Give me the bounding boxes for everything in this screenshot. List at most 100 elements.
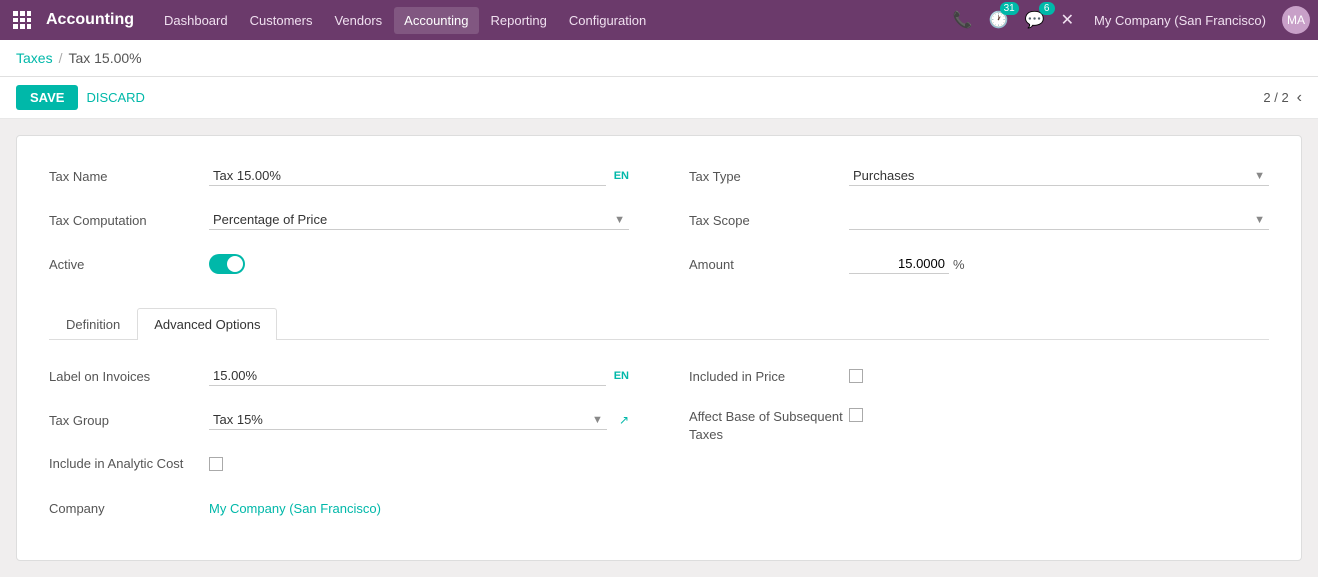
close-icon[interactable]: ✕ — [1057, 6, 1078, 34]
advanced-right-column: Included in Price Affect Base of Subsequ… — [689, 360, 1269, 536]
phone-icon[interactable]: 📞 — [949, 6, 977, 34]
toggle-track[interactable] — [209, 254, 245, 274]
tax-group-select-wrap: Tax 15% ▼ — [209, 410, 607, 430]
nav-dashboard[interactable]: Dashboard — [154, 7, 238, 34]
tax-computation-select[interactable]: Percentage of Price — [209, 210, 629, 230]
label-on-invoices-lang-badge[interactable]: EN — [614, 370, 629, 382]
tax-scope-select-wrap: ▼ — [849, 210, 1269, 230]
form-top-section: Tax Name EN Tax Computation Percentage o… — [49, 160, 1269, 292]
tax-name-label: Tax Name — [49, 169, 209, 184]
save-button[interactable]: SAVE — [16, 85, 78, 110]
included-in-price-label: Included in Price — [689, 369, 849, 384]
amount-input-wrap: % — [849, 254, 1269, 274]
nav-configuration[interactable]: Configuration — [559, 7, 656, 34]
include-analytic-checkbox[interactable] — [209, 457, 223, 471]
included-in-price-value-wrap — [849, 369, 1269, 383]
toolbar-actions: SAVE DISCARD — [16, 85, 145, 110]
tax-group-select[interactable]: Tax 15% — [209, 410, 607, 430]
tax-type-select[interactable]: Purchases — [849, 166, 1269, 186]
active-toggle[interactable] — [209, 254, 245, 274]
tax-scope-label: Tax Scope — [689, 213, 849, 228]
affect-base-label: Affect Base of Subsequent Taxes — [689, 408, 849, 444]
tab-definition[interactable]: Definition — [49, 308, 137, 340]
tax-name-value-wrap: EN — [209, 166, 629, 186]
company-link[interactable]: My Company (San Francisco) — [209, 501, 381, 516]
tax-scope-select[interactable] — [849, 210, 1269, 230]
prev-record-button[interactable]: ‹ — [1297, 89, 1302, 107]
breadcrumb-parent[interactable]: Taxes — [16, 50, 53, 66]
tax-group-row: Tax Group Tax 15% ▼ ↗ — [49, 404, 629, 436]
advanced-left-column: Label on Invoices EN Tax Group Tax 15% ▼ — [49, 360, 629, 536]
include-analytic-value-wrap — [209, 457, 629, 471]
label-on-invoices-label: Label on Invoices — [49, 369, 209, 384]
nav-menu: Dashboard Customers Vendors Accounting R… — [154, 7, 949, 34]
company-label: Company — [49, 501, 209, 516]
tax-name-row: Tax Name EN — [49, 160, 629, 192]
main-content: Tax Name EN Tax Computation Percentage o… — [0, 119, 1318, 577]
grid-menu-icon[interactable] — [8, 6, 36, 34]
activity-icon[interactable]: 🕐 31 — [985, 6, 1013, 34]
tax-computation-row: Tax Computation Percentage of Price ▼ — [49, 204, 629, 236]
tax-name-input[interactable] — [209, 166, 606, 186]
include-analytic-row: Include in Analytic Cost — [49, 448, 629, 480]
tax-type-select-wrap: Purchases ▼ — [849, 166, 1269, 186]
breadcrumb-separator: / — [59, 50, 63, 66]
tab-advanced-content: Label on Invoices EN Tax Group Tax 15% ▼ — [49, 360, 1269, 536]
tabs-bar: Definition Advanced Options — [49, 308, 1269, 340]
activity-badge: 31 — [1000, 2, 1019, 15]
nav-vendors[interactable]: Vendors — [324, 7, 392, 34]
company-value-wrap: My Company (San Francisco) — [209, 501, 629, 516]
breadcrumb-current: Tax 15.00% — [68, 50, 141, 66]
affect-base-checkbox[interactable] — [849, 408, 863, 422]
tax-computation-value-wrap: Percentage of Price ▼ — [209, 210, 629, 230]
messages-badge: 6 — [1039, 2, 1055, 15]
form-left-column: Tax Name EN Tax Computation Percentage o… — [49, 160, 629, 292]
nav-right: 📞 🕐 31 💬 6 ✕ My Company (San Francisco) … — [949, 6, 1310, 34]
amount-label: Amount — [689, 257, 849, 272]
tab-advanced-options[interactable]: Advanced Options — [137, 308, 277, 340]
include-analytic-label: Include in Analytic Cost — [49, 456, 209, 473]
tax-name-lang-badge[interactable]: EN — [614, 170, 629, 182]
tax-type-value-wrap: Purchases ▼ — [849, 166, 1269, 186]
tax-type-row: Tax Type Purchases ▼ — [689, 160, 1269, 192]
tax-scope-row: Tax Scope ▼ — [689, 204, 1269, 236]
form-card: Tax Name EN Tax Computation Percentage o… — [16, 135, 1302, 561]
amount-row: Amount % — [689, 248, 1269, 280]
tax-computation-select-wrap: Percentage of Price ▼ — [209, 210, 629, 230]
tax-scope-value-wrap: ▼ — [849, 210, 1269, 230]
toggle-knob — [227, 256, 243, 272]
discard-button[interactable]: DISCARD — [86, 90, 145, 105]
label-on-invoices-value-wrap: EN — [209, 366, 629, 386]
label-on-invoices-input[interactable] — [209, 366, 606, 386]
tax-computation-label: Tax Computation — [49, 213, 209, 228]
company-row: Company My Company (San Francisco) — [49, 492, 629, 524]
toolbar-navigation: 2 / 2 ‹ — [1263, 89, 1302, 107]
nav-reporting[interactable]: Reporting — [481, 7, 557, 34]
top-navigation: Accounting Dashboard Customers Vendors A… — [0, 0, 1318, 40]
messages-icon[interactable]: 💬 6 — [1021, 6, 1049, 34]
active-label: Active — [49, 257, 209, 272]
label-on-invoices-row: Label on Invoices EN — [49, 360, 629, 392]
brand-name: Accounting — [46, 11, 134, 29]
user-avatar[interactable]: MA — [1282, 6, 1310, 34]
included-in-price-checkbox[interactable] — [849, 369, 863, 383]
nav-customers[interactable]: Customers — [240, 7, 323, 34]
form-right-column: Tax Type Purchases ▼ Tax Scope — [689, 160, 1269, 292]
company-name: My Company (San Francisco) — [1094, 13, 1266, 28]
amount-value-wrap: % — [849, 254, 1269, 274]
tax-group-value-wrap: Tax 15% ▼ ↗ — [209, 410, 629, 430]
active-row: Active — [49, 248, 629, 280]
tax-group-label: Tax Group — [49, 413, 209, 428]
tax-type-label: Tax Type — [689, 169, 849, 184]
affect-base-row: Affect Base of Subsequent Taxes — [689, 404, 1269, 444]
tax-group-external-link-icon[interactable]: ↗ — [619, 413, 629, 427]
amount-unit: % — [953, 257, 965, 272]
page-counter: 2 / 2 — [1263, 90, 1288, 105]
amount-input[interactable] — [849, 254, 949, 274]
included-in-price-row: Included in Price — [689, 360, 1269, 392]
affect-base-value-wrap — [849, 408, 1269, 422]
active-toggle-wrap — [209, 254, 629, 274]
form-toolbar: SAVE DISCARD 2 / 2 ‹ — [0, 77, 1318, 119]
nav-accounting[interactable]: Accounting — [394, 7, 478, 34]
breadcrumb: Taxes / Tax 15.00% — [0, 40, 1318, 77]
